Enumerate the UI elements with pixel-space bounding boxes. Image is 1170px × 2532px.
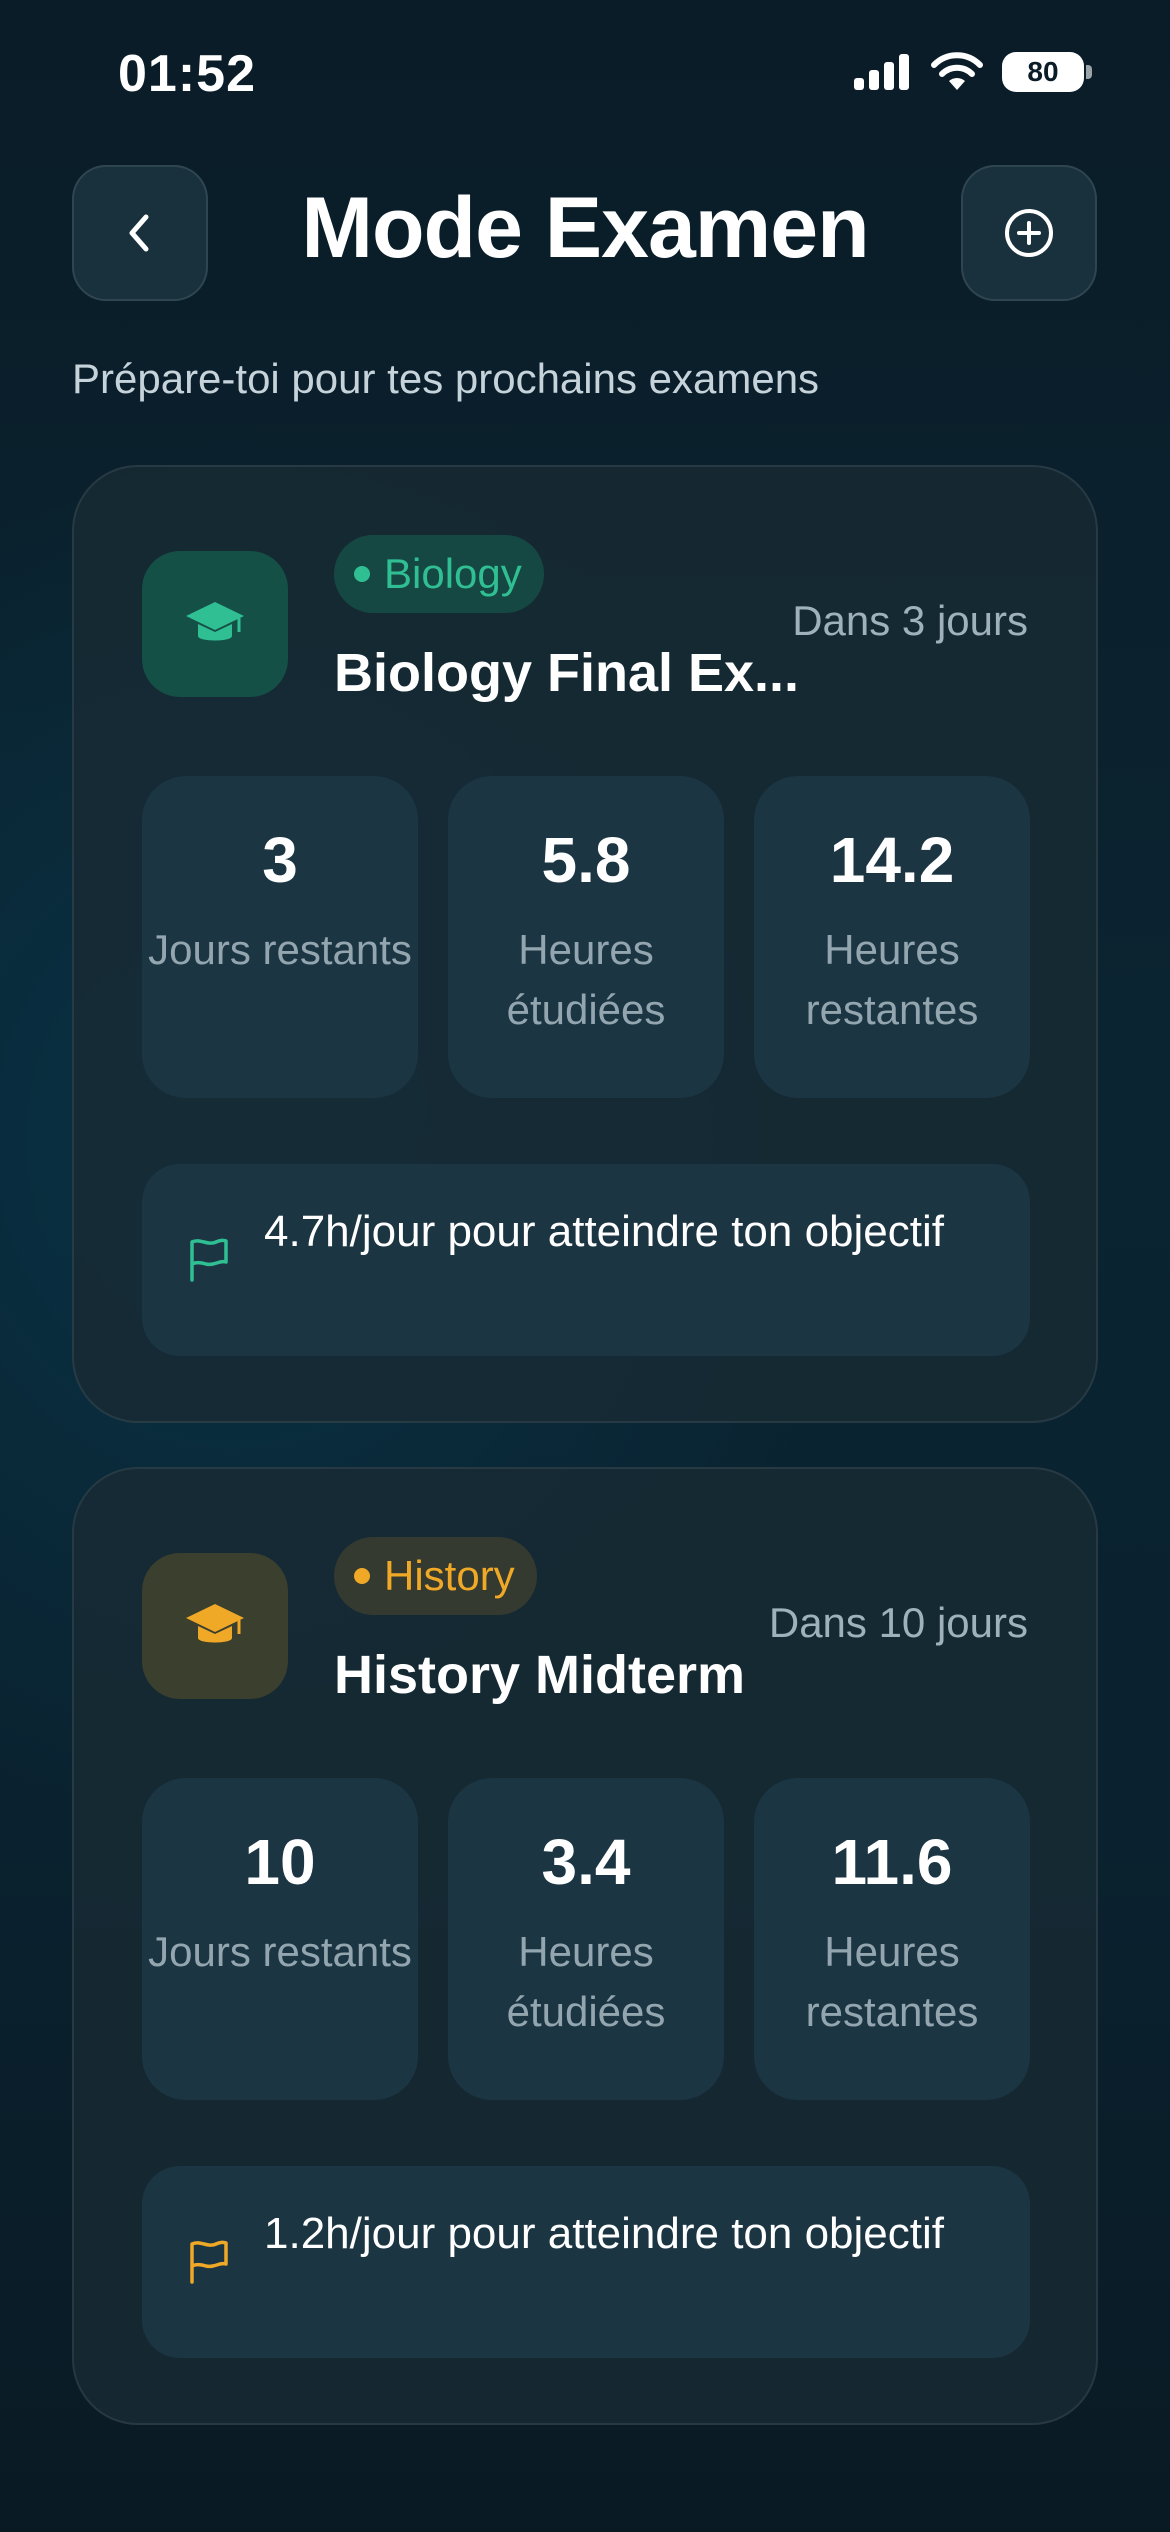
stat-label: Heures restantes: [805, 926, 979, 1033]
battery-level: 80: [1027, 56, 1059, 87]
stat-label: Heures restantes: [805, 1928, 979, 2035]
plus-circle-icon: [1005, 209, 1053, 257]
stat-days-remaining: 10 Jours restants: [142, 1778, 418, 2100]
goal-text: 4.7h/jour pour atteindre ton objectif: [264, 1207, 945, 1256]
stat-label: Heures étudiées: [506, 926, 666, 1033]
battery-indicator: 80: [1002, 52, 1084, 92]
subject-tag: History: [334, 1537, 537, 1615]
subject-icon-box: [142, 1553, 288, 1699]
subject-tag-label: History: [384, 1552, 515, 1599]
stat-label: Jours restants: [148, 1928, 412, 1975]
stat-value: 3.4: [541, 1826, 631, 1898]
exam-card[interactable]: History History Midterm Dans 10 jours 10…: [72, 1467, 1098, 2425]
subject-tag-label: Biology: [384, 550, 522, 597]
stat-hours-remaining: 11.6 Heures restantes: [754, 1778, 1030, 2100]
stat-hours-studied: 5.8 Heures étudiées: [448, 776, 724, 1098]
goal-text: 1.2h/jour pour atteindre ton objectif: [264, 2209, 945, 2258]
stat-label: Heures étudiées: [506, 1928, 666, 2035]
stat-value: 10: [244, 1826, 316, 1898]
subject-icon-box: [142, 551, 288, 697]
stat-label: Jours restants: [148, 926, 412, 973]
status-icons: 80: [852, 52, 1092, 92]
exam-title: Biology Final Ex...: [334, 643, 800, 703]
status-bar: 01:52 80: [0, 0, 1170, 150]
stat-value: 3: [262, 824, 298, 896]
header: Mode Examen: [0, 165, 1170, 301]
page-subtitle: Prépare-toi pour tes prochains examens: [72, 355, 820, 402]
stat-value: 5.8: [541, 824, 631, 896]
exam-card[interactable]: Biology Biology Final Ex... Dans 3 jours…: [72, 465, 1098, 1423]
stat-value: 14.2: [829, 824, 955, 896]
status-time: 01:52: [118, 45, 256, 103]
exam-countdown: Dans 10 jours: [768, 1599, 1028, 1646]
add-exam-button[interactable]: [961, 165, 1097, 301]
tag-dot: [354, 1568, 370, 1584]
wifi-icon: [931, 52, 983, 90]
signal-icon: [854, 54, 909, 90]
stat-value: 11.6: [831, 1826, 953, 1898]
flag-icon: [190, 2240, 228, 2284]
subject-tag: Biology: [334, 535, 544, 613]
stat-hours-studied: 3.4 Heures étudiées: [448, 1778, 724, 2100]
stat-days-remaining: 3 Jours restants: [142, 776, 418, 1098]
exam-stats: 10 Jours restants 3.4 Heures étudiées 11…: [142, 1778, 1030, 2100]
goal-box: 1.2h/jour pour atteindre ton objectif: [142, 2166, 1030, 2358]
battery-cap: [1086, 65, 1092, 79]
tag-dot: [354, 566, 370, 582]
graduation-cap-icon: [186, 1604, 244, 1643]
exam-stats: 3 Jours restants 5.8 Heures étudiées 14.…: [142, 776, 1030, 1098]
stat-hours-remaining: 14.2 Heures restantes: [754, 776, 1030, 1098]
flag-icon: [190, 1238, 228, 1282]
exam-title: History Midterm: [334, 1645, 746, 1705]
goal-box: 4.7h/jour pour atteindre ton objectif: [142, 1164, 1030, 1356]
exam-countdown: Dans 3 jours: [792, 597, 1028, 644]
graduation-cap-icon: [186, 602, 244, 641]
